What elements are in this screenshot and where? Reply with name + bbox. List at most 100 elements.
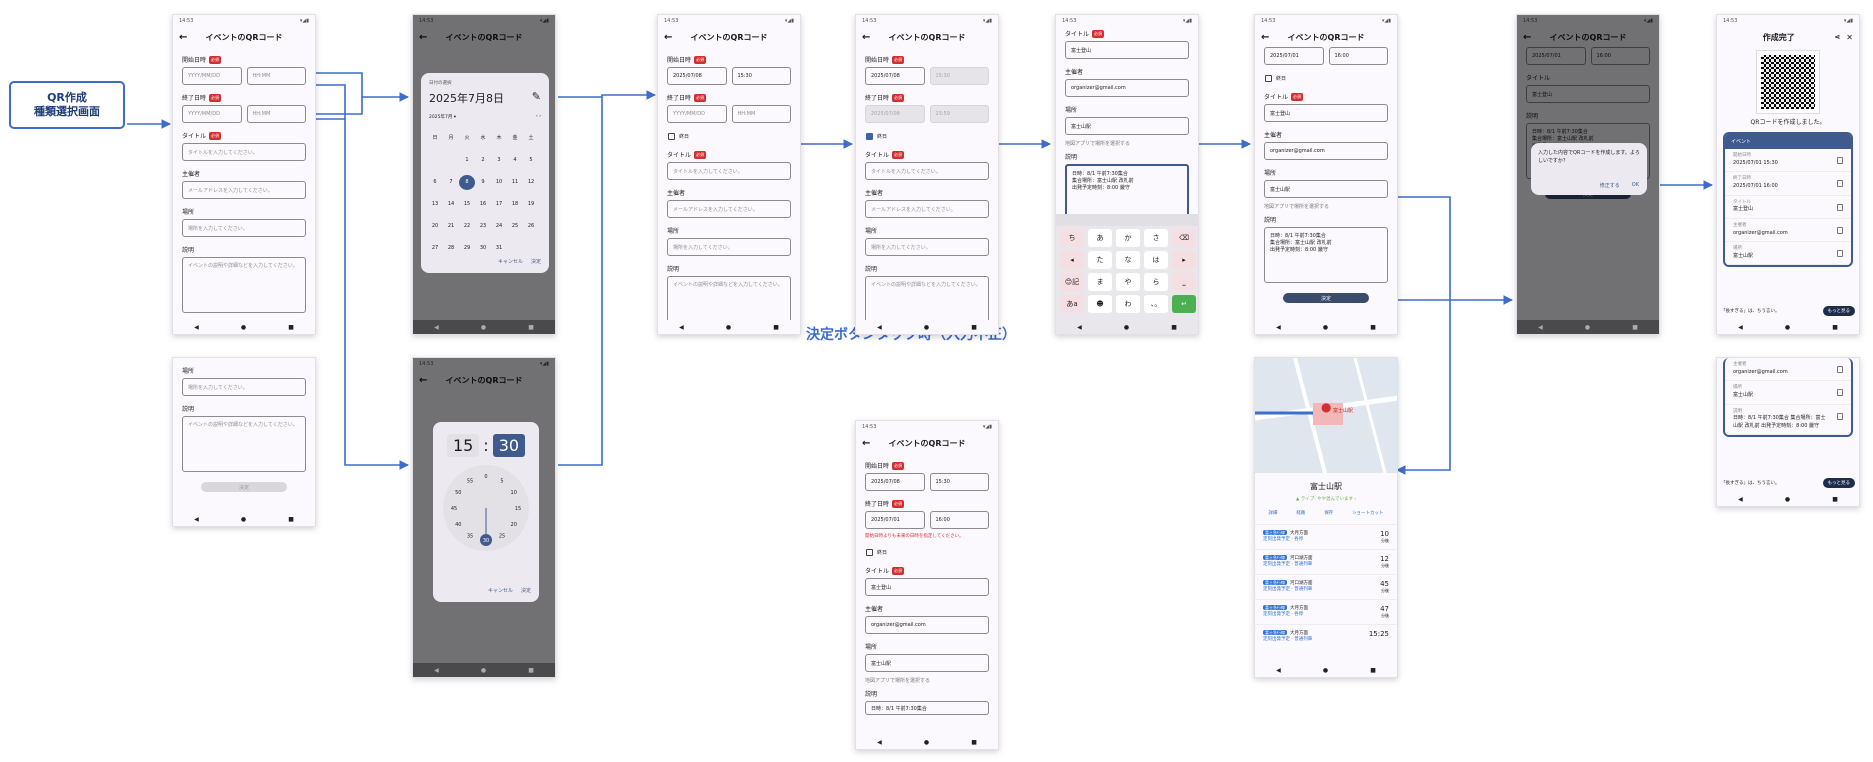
nav-recent-icon[interactable]: ■ — [1832, 496, 1838, 503]
map-link[interactable]: 地図アプリで場所を選択する — [865, 677, 989, 684]
title-field[interactable]: 富士登山 — [1065, 41, 1189, 59]
calendar-day[interactable]: 6 — [427, 175, 443, 190]
calendar-day[interactable]: 18 — [507, 197, 523, 212]
start-time-field[interactable]: HH:MM — [246, 67, 306, 85]
nav-back-icon[interactable]: ◀ — [877, 739, 882, 746]
nav-home-icon[interactable]: ● — [241, 516, 246, 523]
title-field[interactable]: 富士登山 — [1264, 104, 1388, 122]
nav-home-icon[interactable]: ● — [1124, 324, 1129, 331]
nav-back-icon[interactable]: ◀ — [1276, 324, 1281, 331]
calendar-day[interactable]: 28 — [443, 241, 459, 256]
place-field[interactable]: 場所を入力してください。 — [182, 219, 306, 237]
nav-home-icon[interactable]: ● — [924, 324, 929, 331]
clock-number[interactable]: 20 — [511, 522, 517, 528]
copy-icon[interactable] — [1837, 250, 1843, 257]
nav-recent-icon[interactable]: ■ — [528, 324, 534, 331]
route-row[interactable]: 富士急行線 大月方面 定刻出発予定 · 各停 10 分後 — [1255, 524, 1397, 549]
nav-home-icon[interactable]: ● — [924, 739, 929, 746]
map-action-shortcut[interactable]: ショートカット — [1352, 510, 1384, 516]
month-selector[interactable]: 2025年7月 ▾ — [429, 114, 456, 120]
clock-number[interactable]: 5 — [500, 478, 503, 484]
calendar-day[interactable]: 23 — [475, 219, 491, 234]
start-date-field[interactable]: YYYY/MM/DD — [182, 67, 242, 85]
place-field[interactable]: 場所を入力してください。 — [667, 238, 791, 256]
nav-home-icon[interactable]: ● — [481, 324, 486, 331]
end-date-field[interactable]: YYYY/MM/DD — [667, 105, 727, 123]
map-view[interactable]: ● 富士山駅 — [1255, 358, 1397, 473]
keyboard-key[interactable]: は — [1144, 251, 1168, 269]
nav-home-icon[interactable]: ● — [1785, 324, 1790, 331]
keyboard-key[interactable]: ち — [1060, 229, 1084, 247]
keyboard-key[interactable]: わ — [1116, 295, 1140, 313]
keyboard-key[interactable]: ら — [1144, 273, 1168, 291]
calendar-day[interactable]: 16 — [475, 197, 491, 212]
calendar-day[interactable]: 30 — [475, 241, 491, 256]
keyboard-key[interactable]: さ — [1144, 229, 1168, 247]
keyboard-key[interactable]: ☻ — [1088, 295, 1112, 313]
start-time-field[interactable]: 15:30 — [731, 67, 791, 85]
nav-back-icon[interactable]: ◀ — [679, 324, 684, 331]
cancel-button[interactable]: キャンセル — [498, 258, 523, 265]
calendar-day[interactable]: 5 — [523, 153, 539, 168]
hour-display[interactable]: 15 — [446, 434, 480, 457]
allday-checkbox[interactable] — [866, 549, 873, 556]
calendar-day[interactable]: 22 — [459, 219, 475, 234]
map-action-route[interactable]: 経路 — [1296, 510, 1305, 516]
nav-home-icon[interactable]: ● — [241, 324, 246, 331]
month-nav-icons[interactable]: ‹ › — [536, 114, 541, 120]
ok-button[interactable]: 決定 — [531, 258, 541, 265]
organizer-field[interactable]: メールアドレスを入力してください。 — [865, 200, 989, 218]
clock-number[interactable]: 35 — [467, 534, 473, 540]
keyboard-key[interactable]: た — [1088, 251, 1112, 269]
ad-more-button[interactable]: もっと見る — [1822, 306, 1855, 316]
copy-icon[interactable] — [1837, 180, 1843, 188]
clock-number[interactable]: 25 — [499, 534, 505, 540]
decide-button[interactable]: 決定 — [1283, 293, 1369, 303]
back-button[interactable]: ← — [1261, 32, 1275, 43]
nav-back-icon[interactable]: ◀ — [1276, 667, 1281, 674]
calendar-day[interactable]: 10 — [491, 175, 507, 190]
place-field[interactable]: 場所を入力してください。 — [865, 238, 989, 256]
organizer-field[interactable]: メールアドレスを入力してください。 — [182, 181, 306, 199]
map-action-details[interactable]: 詳細 — [1268, 510, 1277, 516]
nav-home-icon[interactable]: ● — [1585, 324, 1590, 331]
keyboard-key[interactable]: ▸ — [1172, 251, 1196, 269]
start-date-field[interactable]: 2025/07/08 — [865, 67, 925, 85]
ad-more-button[interactable]: もっと見る — [1822, 478, 1855, 488]
calendar-day[interactable]: 27 — [427, 241, 443, 256]
start-time-field[interactable]: 15:30 — [929, 473, 989, 491]
title-field[interactable]: タイトルを入力してください。 — [182, 143, 306, 161]
end-time-field[interactable]: 16:00 — [1328, 47, 1388, 65]
keyboard-key[interactable]: や — [1116, 273, 1140, 291]
calendar-day[interactable]: 2 — [475, 153, 491, 168]
calendar-day[interactable]: 9 — [475, 175, 491, 190]
keyboard-key[interactable]: ⎵ — [1172, 273, 1196, 291]
calendar-day[interactable]: 19 — [523, 197, 539, 212]
back-button[interactable]: ← — [179, 32, 193, 43]
keyboard-key[interactable]: ま — [1088, 273, 1112, 291]
calendar-day[interactable]: 26 — [523, 219, 539, 234]
title-field[interactable]: 富士登山 — [865, 578, 989, 596]
calendar-day[interactable] — [427, 146, 443, 161]
calendar-day[interactable]: 21 — [443, 219, 459, 234]
keyboard-key[interactable]: 、。 — [1144, 295, 1168, 313]
keyboard-key[interactable]: ⌫ — [1172, 229, 1196, 247]
end-time-field[interactable]: HH:MM — [246, 105, 306, 123]
nav-recent-icon[interactable]: ■ — [773, 324, 779, 331]
title-field[interactable]: タイトルを入力してください。 — [667, 162, 791, 180]
route-row[interactable]: 富士急行線 河口湖方面 定刻出発予定 · 普通列車 45 分後 — [1255, 574, 1397, 599]
nav-back-icon[interactable]: ◀ — [194, 516, 199, 523]
clock-number[interactable]: 40 — [455, 522, 461, 528]
route-row[interactable]: 富士急行線 河口湖方面 定刻出発予定 · 普通列車 12 分後 — [1255, 549, 1397, 574]
end-date-field[interactable]: 2025/07/01 — [865, 511, 925, 529]
edit-icon[interactable]: ✎ — [532, 90, 541, 106]
copy-icon[interactable] — [1837, 226, 1843, 234]
nav-recent-icon[interactable]: ■ — [1370, 324, 1376, 331]
map-link[interactable]: 地図アプリで場所を選択する — [1264, 203, 1388, 210]
clock-number[interactable]: 45 — [451, 506, 457, 512]
nav-home-icon[interactable]: ● — [1323, 324, 1328, 331]
minute-display[interactable]: 30 — [492, 434, 526, 457]
calendar-day[interactable]: 3 — [491, 153, 507, 168]
end-date-field[interactable]: YYYY/MM/DD — [182, 105, 242, 123]
decide-button-disabled[interactable]: 決定 — [201, 482, 287, 492]
